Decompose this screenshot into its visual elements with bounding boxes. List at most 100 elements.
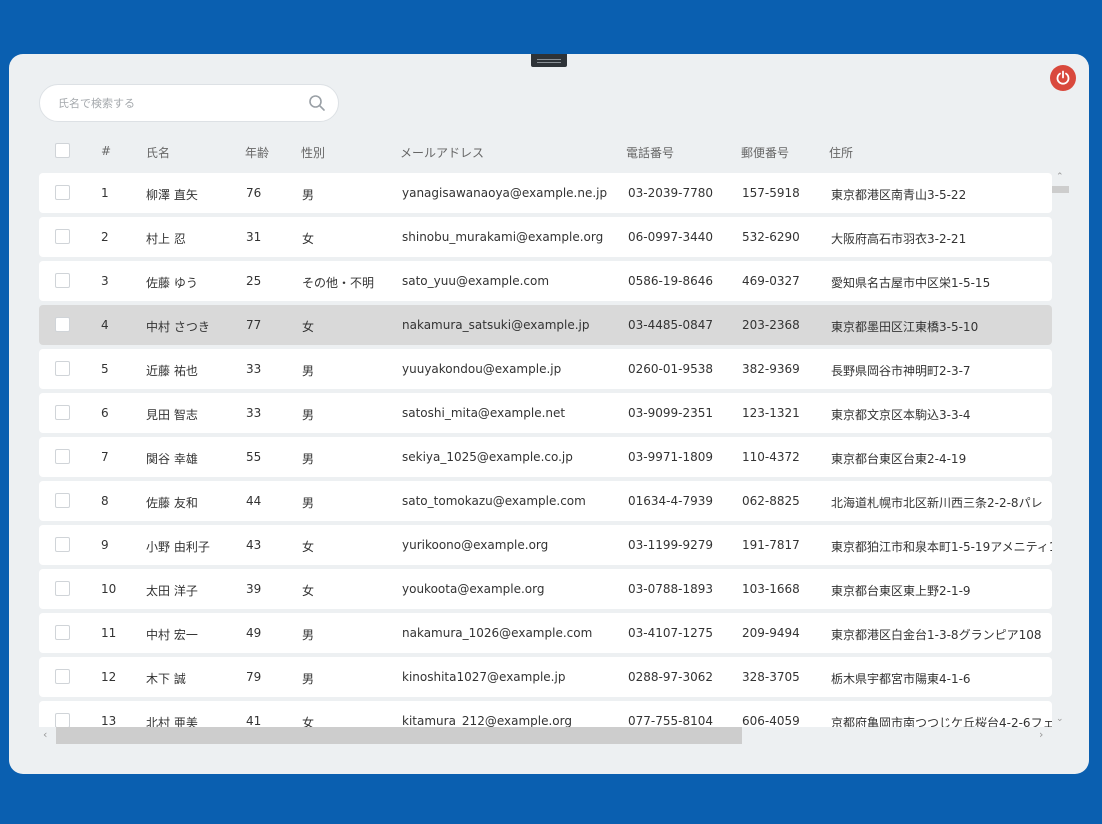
cell-email: yurikoono@example.org <box>402 538 549 552</box>
column-header-gender[interactable]: 性別 <box>301 144 325 161</box>
column-header-age[interactable]: 年齢 <box>245 144 269 161</box>
cell-age: 31 <box>246 230 262 244</box>
cell-address: 東京都狛江市和泉本町1-5-19アメニティ1 <box>831 540 1052 554</box>
column-header-name[interactable]: 氏名 <box>146 144 170 161</box>
cell-phone: 0260-01-9538 <box>628 362 714 376</box>
search-icon[interactable] <box>308 94 326 112</box>
table-row[interactable]: 8 佐藤 友和 44 男 sato_tomokazu@example.com 01634-… <box>39 481 1052 521</box>
vertical-scrollbar[interactable]: ⌃ ⌄ <box>1052 173 1069 727</box>
row-checkbox[interactable] <box>55 669 70 684</box>
cell-postal: 203-2368 <box>742 318 800 332</box>
table-row[interactable]: 11 中村 宏一 49 男 nakamura_1026@example.com 03-41… <box>39 613 1052 653</box>
select-all-checkbox[interactable] <box>55 143 70 158</box>
cell-email: yuuyakondou@example.jp <box>402 362 562 376</box>
cell-age: 33 <box>246 406 262 420</box>
table-row[interactable]: 4 中村 さつき 77 女 nakamura_satsuki@example.jp 03-… <box>39 305 1052 345</box>
cell-phone: 03-4485-0847 <box>628 318 714 332</box>
table-header: # 氏名 年齢 性別 メールアドレス 電話番号 郵便番号 住所 <box>39 136 1059 166</box>
table-row[interactable]: 13 北村 亜美 41 女 kitamura_212@example.org 077-75… <box>39 701 1052 727</box>
cell-name: 小野 由利子 <box>146 540 210 554</box>
row-checkbox[interactable] <box>55 361 70 376</box>
cell-phone: 03-0788-1893 <box>628 582 714 596</box>
search-input[interactable] <box>58 85 298 121</box>
row-checkbox[interactable] <box>55 493 70 508</box>
row-checkbox[interactable] <box>55 581 70 596</box>
cell-postal: 110-4372 <box>742 450 800 464</box>
drag-handle-icon[interactable] <box>531 54 567 67</box>
cell-age: 39 <box>246 582 262 596</box>
cell-gender: 女 <box>302 584 315 598</box>
column-header-phone[interactable]: 電話番号 <box>626 144 674 161</box>
search-box <box>39 84 339 122</box>
table-row[interactable]: 9 小野 由利子 43 女 yurikoono@example.org 03-1199-9… <box>39 525 1052 565</box>
horizontal-scroll-thumb[interactable] <box>56 727 742 744</box>
cell-address: 大阪府高石市羽衣3-2-21 <box>831 232 967 246</box>
row-checkbox[interactable] <box>55 229 70 244</box>
cell-name: 太田 洋子 <box>146 584 198 598</box>
cell-age: 55 <box>246 450 262 464</box>
cell-number: 5 <box>101 362 109 376</box>
cell-phone: 01634-4-7939 <box>628 494 714 508</box>
cell-address: 東京都台東区台東2-4-19 <box>831 452 967 466</box>
table-row[interactable]: 12 木下 誠 79 男 kinoshita1027@example.jp 0288-97… <box>39 657 1052 697</box>
cell-email: youkoota@example.org <box>402 582 545 596</box>
column-header-postal[interactable]: 郵便番号 <box>741 144 789 161</box>
cell-age: 41 <box>246 714 262 727</box>
cell-gender: 女 <box>302 716 315 727</box>
table-body[interactable]: 1 柳澤 直矢 76 男 yanagisawanaoya@example.ne.jp 03… <box>39 173 1052 727</box>
column-header-address[interactable]: 住所 <box>829 144 853 161</box>
cell-postal: 191-7817 <box>742 538 800 552</box>
scroll-left-icon[interactable]: ‹ <box>43 729 47 740</box>
row-checkbox[interactable] <box>55 449 70 464</box>
cell-address: 東京都港区南青山3-5-22 <box>831 188 967 202</box>
cell-age: 77 <box>246 318 262 332</box>
table-row[interactable]: 2 村上 忍 31 女 shinobu_murakami@example.org 06-0… <box>39 217 1052 257</box>
cell-number: 2 <box>101 230 109 244</box>
table-row[interactable]: 3 佐藤 ゆう 25 その他・不明 sato_yuu@example.com 0586-1… <box>39 261 1052 301</box>
cell-email: sato_tomokazu@example.com <box>402 494 586 508</box>
vertical-scroll-thumb[interactable] <box>1052 186 1069 193</box>
power-button[interactable] <box>1050 65 1076 91</box>
table-row[interactable]: 6 見田 智志 33 男 satoshi_mita@example.net 03-9099… <box>39 393 1052 433</box>
cell-phone: 03-9971-1809 <box>628 450 714 464</box>
cell-phone: 0586-19-8646 <box>628 274 714 288</box>
cell-gender: 男 <box>302 188 315 202</box>
cell-age: 44 <box>246 494 262 508</box>
cell-name: 村上 忍 <box>146 232 186 246</box>
cell-number: 3 <box>101 274 109 288</box>
cell-age: 43 <box>246 538 262 552</box>
column-header-email[interactable]: メールアドレス <box>400 144 484 161</box>
scroll-right-icon[interactable]: › <box>1039 729 1043 740</box>
cell-email: nakamura_1026@example.com <box>402 626 593 640</box>
cell-gender: 女 <box>302 320 315 334</box>
row-checkbox[interactable] <box>55 185 70 200</box>
cell-postal: 532-6290 <box>742 230 800 244</box>
row-checkbox[interactable] <box>55 405 70 420</box>
column-header-number[interactable]: # <box>101 144 111 158</box>
row-checkbox[interactable] <box>55 625 70 640</box>
power-icon <box>1056 70 1070 85</box>
row-checkbox[interactable] <box>55 537 70 552</box>
cell-gender: 女 <box>302 232 315 246</box>
table-row[interactable]: 1 柳澤 直矢 76 男 yanagisawanaoya@example.ne.jp 03… <box>39 173 1052 213</box>
cell-number: 4 <box>101 318 109 332</box>
scroll-up-icon[interactable]: ⌃ <box>1056 173 1064 182</box>
cell-address: 東京都墨田区江東橋3-5-10 <box>831 320 979 334</box>
horizontal-scrollbar[interactable]: ‹ › <box>39 727 1052 744</box>
cell-email: shinobu_murakami@example.org <box>402 230 604 244</box>
cell-name: 柳澤 直矢 <box>146 188 198 202</box>
cell-age: 76 <box>246 186 262 200</box>
cell-name: 佐藤 ゆう <box>146 276 198 290</box>
row-checkbox[interactable] <box>55 713 70 727</box>
cell-gender: 男 <box>302 628 315 642</box>
table-row[interactable]: 10 太田 洋子 39 女 youkoota@example.org 03-0788-18… <box>39 569 1052 609</box>
scroll-down-icon[interactable]: ⌄ <box>1056 715 1064 724</box>
cell-phone: 03-4107-1275 <box>628 626 714 640</box>
main-panel: # 氏名 年齢 性別 メールアドレス 電話番号 郵便番号 住所 1柳澤 直矢76… <box>9 54 1089 774</box>
cell-gender: 男 <box>302 408 315 422</box>
table-row[interactable]: 5 近藤 祐也 33 男 yuuyakondou@example.jp 0260-01-9… <box>39 349 1052 389</box>
cell-postal: 328-3705 <box>742 670 800 684</box>
table-row[interactable]: 7 関谷 幸雄 55 男 sekiya_1025@example.co.jp 03-997… <box>39 437 1052 477</box>
row-checkbox[interactable] <box>55 317 70 332</box>
row-checkbox[interactable] <box>55 273 70 288</box>
